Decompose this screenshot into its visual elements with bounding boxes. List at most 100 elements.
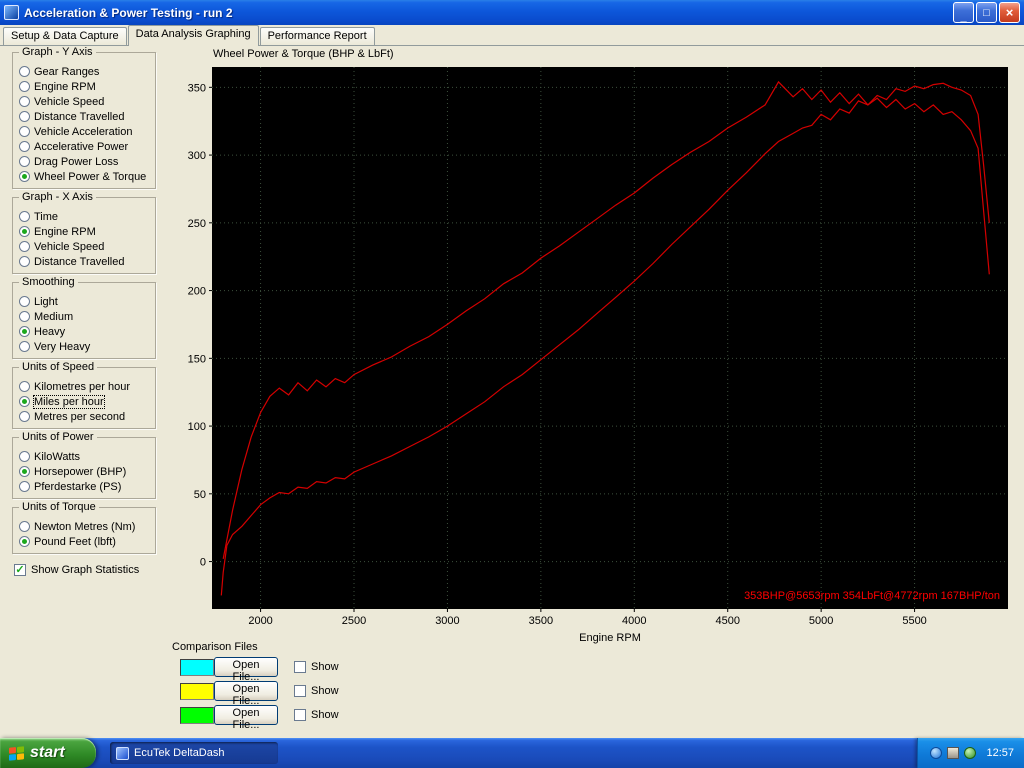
- comparison-row: Open File... Show: [170, 681, 339, 707]
- option-engine-rpm[interactable]: Engine RPM: [19, 224, 152, 239]
- taskbar-task-ecutek-deltadash[interactable]: EcuTek DeltaDash: [110, 742, 278, 764]
- radio-engine-rpm[interactable]: [19, 226, 30, 237]
- radio-distance-travelled[interactable]: [19, 256, 30, 267]
- group-units-of-power: Units of Power KiloWatts Horsepower (BHP) P…: [12, 431, 156, 499]
- group-graph-y-axis: Graph - Y Axis Gear Ranges Engine RPM Vehic…: [12, 46, 156, 189]
- tab-data-analysis-graphing[interactable]: Data Analysis Graphing: [127, 25, 259, 46]
- radio-miles-per-hour[interactable]: [19, 396, 30, 407]
- option-vehicle-speed[interactable]: Vehicle Speed: [19, 239, 152, 254]
- radio-newton-metres-nm[interactable]: [19, 521, 30, 532]
- option-accelerative-power[interactable]: Accelerative Power: [19, 139, 152, 154]
- show-graph-statistics-row[interactable]: Show Graph Statistics: [14, 562, 156, 578]
- titlebar[interactable]: Acceleration & Power Testing - run 2 _ □…: [0, 0, 1024, 25]
- y-tick-label: 150: [188, 353, 206, 365]
- x-axis-label: Engine RPM: [579, 632, 641, 644]
- option-engine-rpm[interactable]: Engine RPM: [19, 79, 152, 94]
- show-checkbox[interactable]: [294, 685, 306, 697]
- radio-medium[interactable]: [19, 311, 30, 322]
- radio-vehicle-speed[interactable]: [19, 241, 30, 252]
- option-light[interactable]: Light: [19, 294, 152, 309]
- minimize-button[interactable]: _: [953, 2, 974, 23]
- group-title: Graph - Y Axis: [19, 46, 96, 58]
- show-checkbox[interactable]: [294, 661, 306, 673]
- option-vehicle-speed[interactable]: Vehicle Speed: [19, 94, 152, 109]
- radio-pound-feet-lbft[interactable]: [19, 536, 30, 547]
- option-pound-feet-lbft[interactable]: Pound Feet (lbft): [19, 534, 152, 549]
- option-kilometres-per-hour[interactable]: Kilometres per hour: [19, 379, 152, 394]
- show-statistics-label: Show Graph Statistics: [31, 564, 140, 576]
- radio-label: Accelerative Power: [34, 140, 129, 153]
- group-graph-x-axis: Graph - X Axis Time Engine RPM Vehicle Spee…: [12, 191, 156, 274]
- radio-label: Vehicle Acceleration: [34, 125, 133, 138]
- radio-pferdestarke-ps[interactable]: [19, 481, 30, 492]
- radio-light[interactable]: [19, 296, 30, 307]
- tab-setup-data-capture[interactable]: Setup & Data Capture: [3, 27, 127, 45]
- option-wheel-power-torque[interactable]: Wheel Power & Torque: [19, 169, 152, 184]
- tray-volume-icon[interactable]: [947, 747, 960, 759]
- tab-performance-report[interactable]: Performance Report: [259, 27, 375, 45]
- option-horsepower-bhp[interactable]: Horsepower (BHP): [19, 464, 152, 479]
- radio-label: Distance Travelled: [34, 255, 125, 268]
- option-heavy[interactable]: Heavy: [19, 324, 152, 339]
- radio-label: Vehicle Speed: [34, 95, 105, 108]
- radio-label: Metres per second: [34, 410, 126, 423]
- app-icon: [4, 5, 19, 20]
- tray-security-icon[interactable]: [964, 747, 977, 759]
- option-vehicle-acceleration[interactable]: Vehicle Acceleration: [19, 124, 152, 139]
- radio-label: Vehicle Speed: [34, 240, 105, 253]
- radio-vehicle-acceleration[interactable]: [19, 126, 30, 137]
- open-file-button[interactable]: Open File...: [214, 681, 278, 707]
- x-tick-label: 2000: [248, 615, 272, 627]
- tray-network-icon[interactable]: [930, 747, 943, 759]
- radio-horsepower-bhp[interactable]: [19, 466, 30, 477]
- taskbar-clock: 12:57: [986, 747, 1014, 759]
- chart-title: Wheel Power & Torque (BHP & LbFt): [213, 48, 394, 60]
- option-very-heavy[interactable]: Very Heavy: [19, 339, 152, 354]
- open-file-button[interactable]: Open File...: [214, 705, 278, 731]
- option-gear-ranges[interactable]: Gear Ranges: [19, 64, 152, 79]
- radio-label: Light: [34, 295, 58, 308]
- comparison-files-label: Comparison Files: [172, 641, 258, 653]
- option-drag-power-loss[interactable]: Drag Power Loss: [19, 154, 152, 169]
- radio-very-heavy[interactable]: [19, 341, 30, 352]
- close-button[interactable]: ×: [999, 2, 1020, 23]
- radio-kilometres-per-hour[interactable]: [19, 381, 30, 392]
- option-newton-metres-nm[interactable]: Newton Metres (Nm): [19, 519, 152, 534]
- maximize-button[interactable]: □: [976, 2, 997, 23]
- show-checkbox[interactable]: [294, 709, 306, 721]
- start-label: start: [30, 744, 65, 761]
- group-title: Units of Power: [19, 431, 97, 443]
- radio-kilowatts[interactable]: [19, 451, 30, 462]
- radio-vehicle-speed[interactable]: [19, 96, 30, 107]
- radio-metres-per-second[interactable]: [19, 411, 30, 422]
- option-medium[interactable]: Medium: [19, 309, 152, 324]
- option-miles-per-hour[interactable]: Miles per hour: [19, 394, 152, 409]
- option-distance-travelled[interactable]: Distance Travelled: [19, 109, 152, 124]
- option-pferdestarke-ps[interactable]: Pferdestarke (PS): [19, 479, 152, 494]
- radio-engine-rpm[interactable]: [19, 81, 30, 92]
- radio-label: Kilometres per hour: [34, 380, 130, 393]
- radio-label: Time: [34, 210, 59, 223]
- radio-accelerative-power[interactable]: [19, 141, 30, 152]
- radio-label: Newton Metres (Nm): [34, 520, 136, 533]
- radio-label: Pound Feet (lbft): [34, 535, 116, 548]
- radio-heavy[interactable]: [19, 326, 30, 337]
- comparison-color-swatch: [180, 658, 214, 676]
- option-time[interactable]: Time: [19, 209, 152, 224]
- show-statistics-checkbox[interactable]: [14, 564, 26, 576]
- option-distance-travelled[interactable]: Distance Travelled: [19, 254, 152, 269]
- radio-label: Medium: [34, 310, 74, 323]
- x-tick-label: 3500: [529, 615, 553, 627]
- radio-label: Distance Travelled: [34, 110, 125, 123]
- radio-gear-ranges[interactable]: [19, 66, 30, 77]
- power-torque-chart: 2000 2500 3000 3500 4000 4500 5000 5500 0 50 100 15…: [188, 67, 1008, 644]
- radio-time[interactable]: [19, 211, 30, 222]
- radio-wheel-power-torque[interactable]: [19, 171, 30, 182]
- open-file-button[interactable]: Open File...: [214, 657, 278, 683]
- radio-drag-power-loss[interactable]: [19, 156, 30, 167]
- start-button[interactable]: start: [0, 738, 96, 768]
- radio-distance-travelled[interactable]: [19, 111, 30, 122]
- option-kilowatts[interactable]: KiloWatts: [19, 449, 152, 464]
- radio-label: Engine RPM: [34, 80, 96, 93]
- option-metres-per-second[interactable]: Metres per second: [19, 409, 152, 424]
